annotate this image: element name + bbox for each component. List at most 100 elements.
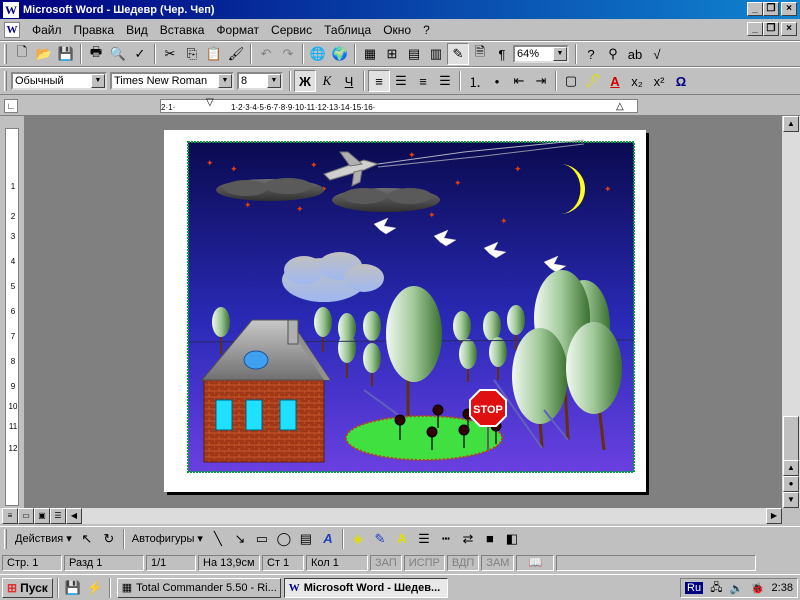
find-binoculars-icon[interactable]: ⚲ xyxy=(602,43,624,65)
actions-menu[interactable]: Действия ▾ xyxy=(11,532,76,545)
show-hide-icon[interactable]: ¶ xyxy=(491,43,513,65)
scroll-right-icon[interactable]: ▶ xyxy=(766,508,782,524)
superscript-icon[interactable]: x² xyxy=(648,70,670,92)
autoshapes-menu[interactable]: Автофигуры ▾ xyxy=(128,532,207,545)
menu-help[interactable]: ? xyxy=(417,21,436,39)
wordart-icon[interactable]: A xyxy=(317,528,339,550)
right-indent-marker[interactable]: △ xyxy=(616,101,624,112)
insert-hyperlink-icon[interactable]: 🌐 xyxy=(307,43,329,65)
network-icon[interactable]: 🖧 xyxy=(710,579,722,598)
fill-color-icon[interactable]: ◈ xyxy=(347,528,369,550)
clock[interactable]: 2:38 xyxy=(772,582,793,594)
minimize-button[interactable]: _ xyxy=(747,2,763,16)
drawing-canvas[interactable]: ✦ ✦ ✦ ✦ ✦ ✦ ✦ ✦ ✦ ✦ ✦ ✦ xyxy=(164,130,646,492)
print-icon[interactable]: 🖶 xyxy=(85,43,107,65)
columns-icon[interactable]: ▥ xyxy=(425,43,447,65)
task-total-commander[interactable]: ▦ Total Commander 5.50 - Ri... xyxy=(116,577,281,598)
word-app-icon[interactable]: W xyxy=(3,1,19,18)
text-box-icon[interactable]: ▤ xyxy=(295,528,317,550)
vertical-scrollbar[interactable]: ▲ ▲ ● ▼ xyxy=(782,116,800,508)
tables-borders-icon[interactable]: ▦ xyxy=(359,43,381,65)
drawbar-font-color-icon[interactable]: A xyxy=(391,528,413,550)
oval-icon[interactable]: ◯ xyxy=(273,528,295,550)
dark-cloud-right[interactable] xyxy=(332,188,440,212)
save-icon[interactable]: 💾 xyxy=(55,43,77,65)
document-icon[interactable]: W xyxy=(4,21,20,38)
numbering-icon[interactable]: ⒈ xyxy=(464,70,486,92)
new-document-icon[interactable]: 🗋 xyxy=(11,43,33,65)
bullets-icon[interactable]: • xyxy=(486,70,508,92)
underline-button[interactable]: Ч xyxy=(338,70,360,92)
next-page-icon[interactable]: ▼ xyxy=(783,492,799,508)
speaker-icon[interactable]: 🔊 xyxy=(730,582,744,595)
redo-icon[interactable]: ↷ xyxy=(277,43,299,65)
page-layout-view-icon[interactable]: ▣ xyxy=(34,508,50,524)
tab-selector-icon[interactable]: ∟ xyxy=(4,99,18,113)
drawing-icon[interactable]: ✎ xyxy=(447,43,469,65)
quicklaunch-tool-icon[interactable]: ⚡ xyxy=(84,577,106,599)
decrease-indent-icon[interactable]: ⇤ xyxy=(508,70,530,92)
cut-icon[interactable]: ✂ xyxy=(159,43,181,65)
style-select[interactable]: Обычный ▼ xyxy=(11,72,107,90)
menu-file[interactable]: Файл xyxy=(26,21,68,39)
spelling-icon[interactable]: ✓ xyxy=(129,43,151,65)
maximize-button[interactable]: ❐ xyxy=(763,2,779,16)
rectangle-icon[interactable]: ▭ xyxy=(251,528,273,550)
print-preview-icon[interactable]: 🔍 xyxy=(107,43,129,65)
spelling-status-icon[interactable]: 📖 xyxy=(516,555,555,571)
zoom-select[interactable]: 64% ▼ xyxy=(513,45,569,63)
previous-page-icon[interactable]: ▲ xyxy=(783,460,799,476)
select-objects-icon[interactable]: ↖ xyxy=(76,528,98,550)
italic-button[interactable]: К xyxy=(316,70,338,92)
toolbar-grip[interactable] xyxy=(4,44,7,64)
spelling-abc-icon[interactable]: ab xyxy=(624,43,646,65)
web-view-icon[interactable]: ▭ xyxy=(18,508,34,524)
close-button[interactable]: × xyxy=(781,2,797,16)
shadow-icon[interactable]: ■ xyxy=(479,528,501,550)
status-trk[interactable]: ИСПР xyxy=(403,555,445,571)
dash-style-icon[interactable]: ┅ xyxy=(435,528,457,550)
menu-window[interactable]: Окно xyxy=(377,21,417,39)
document-page[interactable]: ✦ ✦ ✦ ✦ ✦ ✦ ✦ ✦ ✦ ✦ ✦ ✦ xyxy=(164,130,646,492)
help-icon[interactable]: ? xyxy=(580,43,602,65)
horizontal-ruler[interactable]: ∟ 2·1· 1·2·3·4·5·6·7·8·9·10·11·12·13·14·… xyxy=(0,96,800,116)
toolbar-grip[interactable] xyxy=(4,71,7,91)
task-microsoft-word[interactable]: W Microsoft Word - Шедев... xyxy=(283,577,448,598)
borders-icon[interactable]: ▢ xyxy=(560,70,582,92)
quicklaunch-save-icon[interactable]: 💾 xyxy=(62,577,84,599)
bug-icon[interactable]: 🐞 xyxy=(751,582,765,595)
paste-icon[interactable]: 📋 xyxy=(203,43,225,65)
font-size-select[interactable]: 8 ▼ xyxy=(237,72,283,90)
doc-restore-button[interactable]: ❐ xyxy=(763,22,779,36)
3d-icon[interactable]: ◧ xyxy=(501,528,523,550)
menu-edit[interactable]: Правка xyxy=(68,21,121,39)
first-line-indent-marker[interactable]: ▽ xyxy=(206,97,214,108)
vertical-ruler-track[interactable]: 123 456 789 10 11 12 xyxy=(5,128,19,506)
outline-view-icon[interactable]: ☰ xyxy=(50,508,66,524)
free-rotate-icon[interactable]: ↻ xyxy=(98,528,120,550)
ruler-track[interactable]: 2·1· 1·2·3·4·5·6·7·8·9·10·11·12·13·14·15… xyxy=(160,99,638,113)
doc-close-button[interactable]: × xyxy=(781,22,797,36)
align-center-icon[interactable]: ☰ xyxy=(390,70,412,92)
align-left-icon[interactable]: ≡ xyxy=(368,70,390,92)
document-map-icon[interactable]: 🗎 xyxy=(469,43,491,65)
subscript-icon[interactable]: x₂ xyxy=(626,70,648,92)
horizontal-scrollbar[interactable]: ≡ ▭ ▣ ☰ ◀ ▶ xyxy=(0,508,782,524)
font-select[interactable]: Times New Roman ▼ xyxy=(110,72,234,90)
insert-table-icon[interactable]: ⊞ xyxy=(381,43,403,65)
status-ovr[interactable]: ЗАМ xyxy=(481,555,515,571)
open-folder-icon[interactable]: 📂 xyxy=(33,43,55,65)
web-toolbar-icon[interactable]: 🌍 xyxy=(329,43,351,65)
language-indicator[interactable]: Ru xyxy=(685,582,704,594)
format-painter-icon[interactable]: 🖌 xyxy=(225,43,247,65)
highlight-icon[interactable]: 🖊 xyxy=(582,70,604,92)
increase-indent-icon[interactable]: ⇥ xyxy=(530,70,552,92)
font-color-icon[interactable]: A xyxy=(604,70,626,92)
menu-insert[interactable]: Вставка xyxy=(154,21,211,39)
line-icon[interactable]: ╲ xyxy=(207,528,229,550)
copy-icon[interactable]: ⎘ xyxy=(181,43,203,65)
status-rec[interactable]: ЗАП xyxy=(370,555,402,571)
align-right-icon[interactable]: ≡ xyxy=(412,70,434,92)
symbol-omega-icon[interactable]: Ω xyxy=(670,70,692,92)
line-color-icon[interactable]: ✎ xyxy=(369,528,391,550)
